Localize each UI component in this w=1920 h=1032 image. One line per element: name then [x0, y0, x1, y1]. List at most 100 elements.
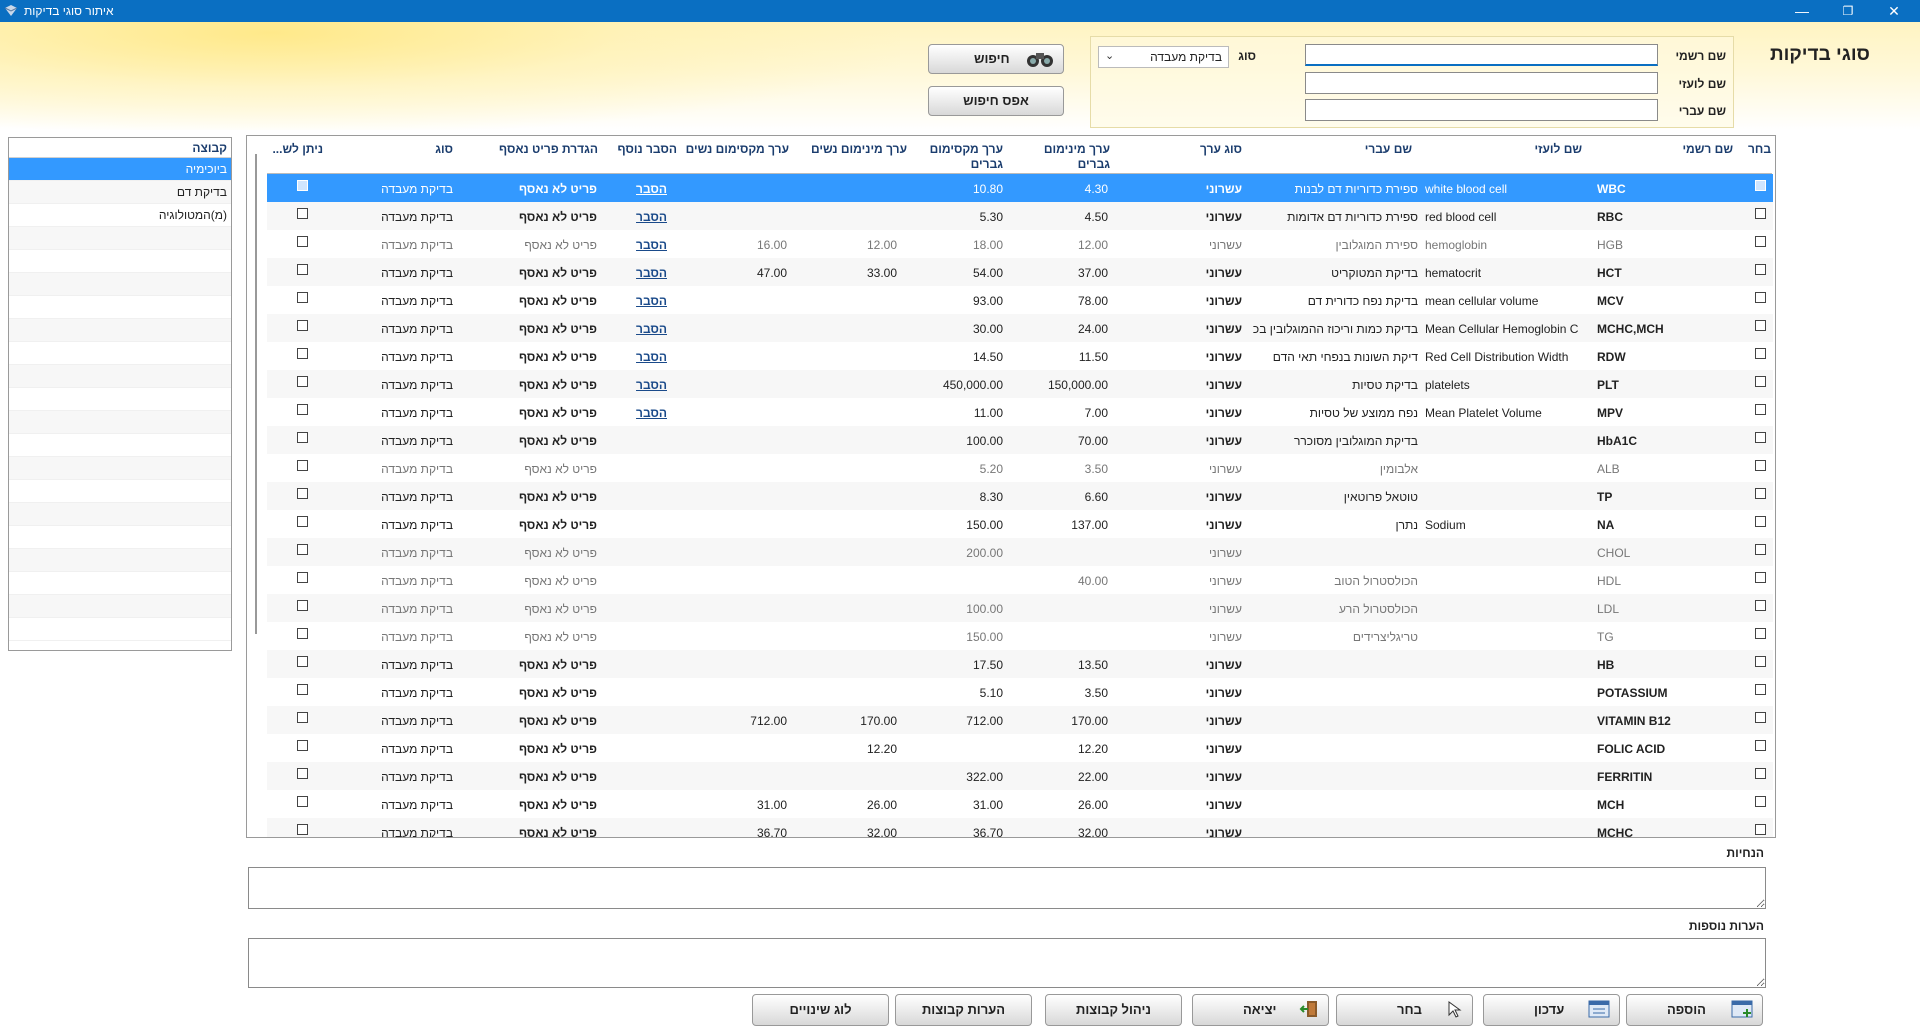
explain-link[interactable]: הסבר [607, 210, 667, 224]
col-max-women[interactable]: ערך מקסימום נשים [683, 142, 789, 157]
can-send-checkbox[interactable] [297, 432, 308, 443]
can-send-checkbox[interactable] [297, 796, 308, 807]
explain-link[interactable]: הסבר [607, 378, 667, 392]
row-select-checkbox[interactable] [1755, 376, 1766, 387]
table-row[interactable]: CHOL עשרוני 200.00 פריט לא נאסף בדיקת מעבדה [267, 538, 1773, 566]
table-row[interactable]: TG טריגליצרידים עשרוני 150.00 פריט לא נאסף בד… [267, 622, 1773, 650]
row-select-checkbox[interactable] [1755, 600, 1766, 611]
table-row[interactable]: MCHC עשרוני 32.00 36.70 32.00 36.70 פריט לא נא… [267, 818, 1773, 837]
instructions-textarea[interactable] [248, 867, 1766, 909]
official-name-input[interactable] [1305, 44, 1658, 66]
table-row[interactable]: POTASSIUM עשרוני 3.50 5.10 פריט לא נאסף בדיקת… [267, 678, 1773, 706]
row-select-checkbox[interactable] [1755, 292, 1766, 303]
table-row[interactable]: VITAMIN B12 עשרוני 170.00 712.00 170.00 712.0… [267, 706, 1773, 734]
table-row[interactable]: RBC red blood cell ספירת כדוריות דם אדומות… [267, 202, 1773, 230]
table-row[interactable]: RDW Red Cell Distribution Width דיקת השונו… [267, 342, 1773, 370]
can-send-checkbox[interactable] [297, 684, 308, 695]
row-select-checkbox[interactable] [1755, 740, 1766, 751]
row-select-checkbox[interactable] [1755, 404, 1766, 415]
row-select-checkbox[interactable] [1755, 516, 1766, 527]
table-row[interactable]: HB עשרוני 13.50 17.50 פריט לא נאסף בדיקת מעבד… [267, 650, 1773, 678]
can-send-checkbox[interactable] [297, 348, 308, 359]
row-select-checkbox[interactable] [1755, 236, 1766, 247]
table-row[interactable]: HGB hemoglobin ספירת המוגלובין עשרוני 12.00 1… [267, 230, 1773, 258]
table-row[interactable]: NA Sodium נתרן עשרוני 137.00 150.00 פריט לא נא… [267, 510, 1773, 538]
col-item-definition[interactable]: הגדרת פריט נאסף [463, 142, 598, 157]
row-select-checkbox[interactable] [1755, 684, 1766, 695]
row-select-checkbox[interactable] [1755, 572, 1766, 583]
update-button[interactable]: עדכון [1483, 994, 1620, 1026]
can-send-checkbox[interactable] [297, 236, 308, 247]
row-select-checkbox[interactable] [1755, 712, 1766, 723]
table-row[interactable]: FOLIC ACID עשרוני 12.20 12.20 פריט לא נאסף בד… [267, 734, 1773, 762]
col-foreign-name[interactable]: שם לועזי [1422, 142, 1582, 157]
col-value-type[interactable]: סוג ערך [1119, 142, 1242, 157]
row-select-checkbox[interactable] [1755, 824, 1766, 835]
foreign-name-input[interactable] [1305, 72, 1658, 94]
add-button[interactable]: הוספה [1626, 994, 1763, 1026]
row-select-checkbox[interactable] [1755, 432, 1766, 443]
table-row[interactable]: MCV mean cellular volume בדיקת נפח כדורית … [267, 286, 1773, 314]
col-extra-explain[interactable]: הסבר נוסף [607, 142, 677, 157]
group-item[interactable]: (מ)המטולוגיה [9, 204, 231, 227]
reset-search-button[interactable]: אפס חיפוש [928, 86, 1064, 116]
table-row[interactable]: WBC white blood cell ספירת כדוריות דם לבנו… [267, 174, 1773, 202]
table-row[interactable]: HCT hematocrit בדיקת המטוקריט עשרוני 37.00 54… [267, 258, 1773, 286]
table-row[interactable]: HDL הכולסטרול הטוב עשרוני 40.00 פריט לא נאסף… [267, 566, 1773, 594]
type-select[interactable]: בדיקת מעבדה ⌄ [1098, 46, 1229, 68]
can-send-checkbox[interactable] [297, 292, 308, 303]
row-select-checkbox[interactable] [1755, 768, 1766, 779]
row-select-checkbox[interactable] [1755, 488, 1766, 499]
grid-scrollbar[interactable] [255, 154, 257, 634]
explain-link[interactable]: הסבר [607, 350, 667, 364]
can-send-checkbox[interactable] [297, 656, 308, 667]
explain-link[interactable]: הסבר [607, 182, 667, 196]
table-row[interactable]: MCH עשרוני 26.00 31.00 26.00 31.00 פריט לא נאס… [267, 790, 1773, 818]
col-min-women[interactable]: ערך מינימום נשים [797, 142, 907, 157]
can-send-checkbox[interactable] [297, 712, 308, 723]
table-row[interactable]: FERRITIN עשרוני 22.00 322.00 פריט לא נאסף בדי… [267, 762, 1773, 790]
manage-groups-button[interactable]: ניהול קבוצות [1045, 994, 1182, 1026]
col-can-send[interactable]: ניתן לש... [267, 142, 323, 157]
row-select-checkbox[interactable] [1755, 264, 1766, 275]
change-log-button[interactable]: לוג שינויים [752, 994, 889, 1026]
maximize-button[interactable]: ❐ [1828, 0, 1868, 22]
explain-link[interactable]: הסבר [607, 322, 667, 336]
row-select-checkbox[interactable] [1755, 348, 1766, 359]
can-send-checkbox[interactable] [297, 768, 308, 779]
table-row[interactable]: ALB אלבומין עשרוני 3.50 5.20 פריט לא נאסף בדיק… [267, 454, 1773, 482]
row-select-checkbox[interactable] [1755, 208, 1766, 219]
can-send-checkbox[interactable] [297, 404, 308, 415]
can-send-checkbox[interactable] [297, 572, 308, 583]
close-button[interactable]: ✕ [1874, 0, 1914, 22]
group-item[interactable]: ביוכימיה [9, 158, 231, 181]
can-send-checkbox[interactable] [297, 544, 308, 555]
hebrew-name-input[interactable] [1305, 99, 1658, 121]
can-send-checkbox[interactable] [297, 320, 308, 331]
can-send-checkbox[interactable] [297, 516, 308, 527]
col-official-name[interactable]: שם רשמי [1593, 142, 1733, 157]
can-send-checkbox[interactable] [297, 628, 308, 639]
explain-link[interactable]: הסבר [607, 266, 667, 280]
row-select-checkbox[interactable] [1755, 180, 1766, 191]
col-min-men[interactable]: ערך מינימום גברים [1012, 142, 1110, 172]
row-select-checkbox[interactable] [1755, 796, 1766, 807]
row-select-checkbox[interactable] [1755, 656, 1766, 667]
minimize-button[interactable]: — [1782, 0, 1822, 22]
exit-button[interactable]: יציאה [1192, 994, 1329, 1026]
can-send-checkbox[interactable] [297, 740, 308, 751]
row-select-checkbox[interactable] [1755, 320, 1766, 331]
search-button[interactable]: חיפוש [928, 44, 1064, 74]
can-send-checkbox[interactable] [297, 488, 308, 499]
select-button[interactable]: בחר [1336, 994, 1473, 1026]
col-type[interactable]: סוג [327, 142, 453, 157]
notes-textarea[interactable] [248, 938, 1766, 988]
group-notes-button[interactable]: הערות קבוצות [895, 994, 1032, 1026]
can-send-checkbox[interactable] [297, 600, 308, 611]
group-item[interactable]: בדיקת דם [9, 181, 231, 204]
col-max-men[interactable]: ערך מקסימום גברים [917, 142, 1003, 172]
col-hebrew-name[interactable]: שם עברי [1252, 142, 1412, 157]
can-send-checkbox[interactable] [297, 824, 308, 835]
explain-link[interactable]: הסבר [607, 238, 667, 252]
can-send-checkbox[interactable] [297, 376, 308, 387]
